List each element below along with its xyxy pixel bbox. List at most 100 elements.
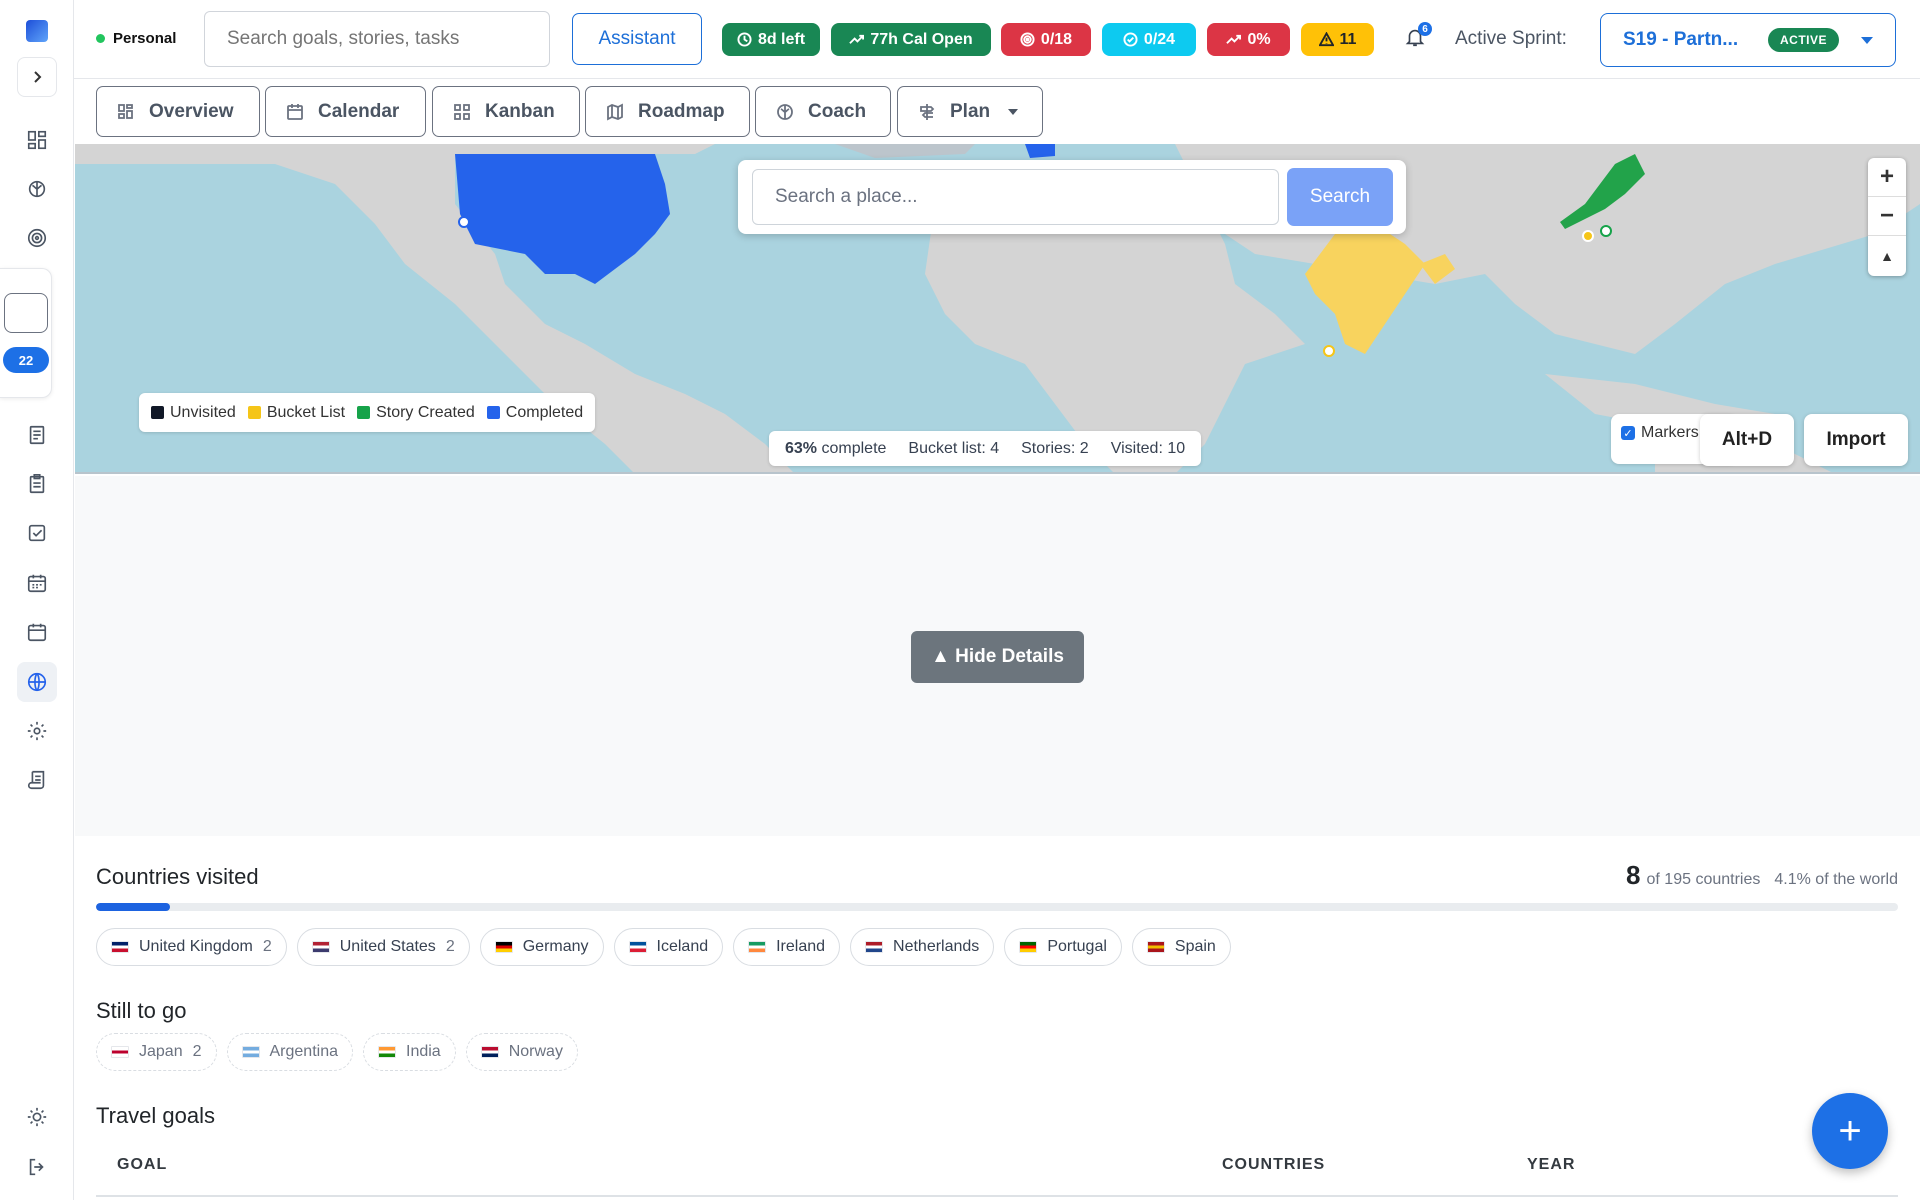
tab-coach[interactable]: Coach	[755, 86, 891, 137]
sidebar-item-stories[interactable]	[17, 415, 57, 455]
legend-label: Completed	[505, 403, 584, 421]
tab-plan-label: Plan	[950, 100, 991, 122]
legend-swatch	[247, 406, 261, 419]
flag-icon	[1146, 941, 1165, 953]
sidebar-item-coach[interactable]	[17, 169, 57, 209]
zoom-in-button[interactable]: +	[1868, 158, 1906, 197]
completion-stat: 63% complete	[785, 440, 886, 458]
sidebar-item-journal[interactable]	[17, 760, 57, 800]
map-marker[interactable]	[1600, 225, 1612, 237]
map-legend: Unvisited Bucket List Story Created Comp…	[139, 393, 596, 432]
countries-progress-bar	[96, 903, 1898, 911]
sidebar-item-settings[interactable]	[17, 711, 57, 751]
warning-icon	[1318, 32, 1334, 47]
tab-plan[interactable]: Plan	[897, 86, 1043, 137]
still-to-go-list: Japan 2 Argentina India Norway	[96, 1033, 578, 1071]
checkbox-icon	[28, 524, 46, 542]
theme-toggle-button[interactable]	[17, 1097, 57, 1137]
map-marker[interactable]	[1323, 345, 1335, 357]
map-marker[interactable]	[1582, 230, 1594, 242]
add-goal-button[interactable]: +	[1812, 1093, 1888, 1169]
tab-kanban[interactable]: Kanban	[432, 86, 580, 137]
days-left-badge[interactable]: 8d left	[722, 23, 820, 56]
country-name: Netherlands	[893, 938, 980, 955]
travel-stats-bar: 63% complete Bucket list: 4 Stories: 2 V…	[769, 431, 1202, 466]
goals-progress-badge[interactable]: 0/18	[1001, 23, 1091, 56]
status-dot	[96, 34, 105, 43]
country-chip[interactable]: Norway	[465, 1033, 578, 1071]
markers-checkbox[interactable]: ✓	[1621, 426, 1635, 440]
logout-button[interactable]	[17, 1147, 57, 1187]
hide-details-button[interactable]: ▲ Hide Details	[911, 631, 1084, 683]
sidebar: 22	[0, 0, 74, 1200]
col-header-goal: GOAL	[117, 1156, 168, 1173]
assistant-button[interactable]: Assistant	[572, 13, 702, 65]
legend-swatch	[486, 406, 500, 419]
country-chip[interactable]: Germany	[479, 928, 604, 966]
sidebar-item-dashboard[interactable]	[17, 120, 57, 160]
persona-switcher[interactable]: Personal	[96, 30, 176, 47]
app-logo[interactable]	[26, 20, 48, 42]
country-name: Japan	[139, 1043, 183, 1060]
country-name: Ireland	[776, 938, 826, 955]
global-search-input[interactable]	[204, 11, 550, 67]
country-chip[interactable]: United States 2	[296, 928, 470, 966]
country-chip[interactable]: India	[363, 1033, 456, 1071]
place-search-input[interactable]: Search a place...	[752, 169, 1279, 225]
sidebar-count-badge[interactable]: 22	[3, 347, 49, 373]
tab-coach-label: Coach	[808, 100, 867, 122]
country-name: Norway	[508, 1043, 563, 1060]
sidebar-item-goals[interactable]	[17, 218, 57, 258]
sprint-selector[interactable]: S19 - Partn... ACTIVE	[1600, 13, 1896, 67]
country-chip[interactable]: Ireland	[733, 928, 841, 966]
sidebar-item-calendar[interactable]	[17, 563, 57, 603]
country-chip[interactable]: Portugal	[1004, 928, 1122, 966]
place-search-button[interactable]: Search	[1287, 168, 1393, 226]
sidebar-item-schedule[interactable]	[17, 612, 57, 652]
target-icon	[1020, 32, 1035, 47]
sprint-progress-badge[interactable]: 0%	[1207, 23, 1290, 56]
legend-swatch	[151, 406, 164, 419]
country-chip[interactable]: Japan 2	[96, 1033, 217, 1071]
zoom-out-button[interactable]: −	[1868, 197, 1906, 236]
world-map[interactable]: Search a place... Search + − ▲ Unvisited…	[75, 144, 1920, 474]
logout-icon	[29, 1158, 44, 1176]
import-button[interactable]: Import	[1804, 414, 1908, 466]
sidebar-item-travel[interactable]	[17, 662, 57, 702]
tab-overview[interactable]: Overview	[96, 86, 260, 137]
legend-label: Story Created	[376, 403, 475, 421]
flag-icon	[1019, 941, 1038, 953]
sidebar-item-tasks[interactable]	[17, 513, 57, 553]
map-icon	[607, 103, 623, 120]
tab-overview-label: Overview	[149, 100, 234, 122]
country-chip[interactable]: Spain	[1131, 928, 1231, 966]
notifications-button[interactable]: 6	[1404, 22, 1432, 52]
flag-icon	[311, 941, 330, 953]
goals-progress-label: 0/18	[1040, 30, 1073, 48]
compass-reset-button[interactable]: ▲	[1868, 236, 1906, 275]
country-visit-count: 2	[192, 1043, 202, 1060]
country-chip[interactable]: Argentina	[226, 1033, 353, 1071]
document-icon	[29, 425, 45, 445]
flag-icon	[748, 941, 767, 953]
tasks-progress-badge[interactable]: 0/24	[1102, 23, 1196, 56]
map-search-panel: Search a place... Search	[738, 160, 1406, 234]
calendar-open-badge[interactable]: 77h Cal Open	[831, 23, 991, 56]
alt-d-button[interactable]: Alt+D	[1700, 414, 1794, 466]
sidebar-placeholder-button[interactable]	[4, 293, 48, 333]
country-name: India	[406, 1043, 441, 1060]
visited-stat: Visited: 10	[1110, 439, 1186, 457]
sidebar-item-clipboard[interactable]	[17, 464, 57, 504]
tab-calendar[interactable]: Calendar	[265, 86, 426, 137]
country-chip[interactable]: Netherlands	[850, 928, 995, 966]
completion-label: complete	[821, 439, 887, 457]
warnings-badge[interactable]: 11	[1301, 23, 1374, 56]
country-chip[interactable]: United Kingdom 2	[96, 928, 287, 966]
map-marker[interactable]	[458, 216, 470, 228]
legend-label: Bucket List	[266, 403, 346, 421]
country-chip[interactable]: Iceland	[613, 928, 724, 966]
target-icon	[27, 228, 47, 248]
tab-roadmap[interactable]: Roadmap	[585, 86, 750, 137]
sidebar-expand-button[interactable]	[17, 57, 57, 97]
persona-label: Personal	[113, 30, 177, 47]
